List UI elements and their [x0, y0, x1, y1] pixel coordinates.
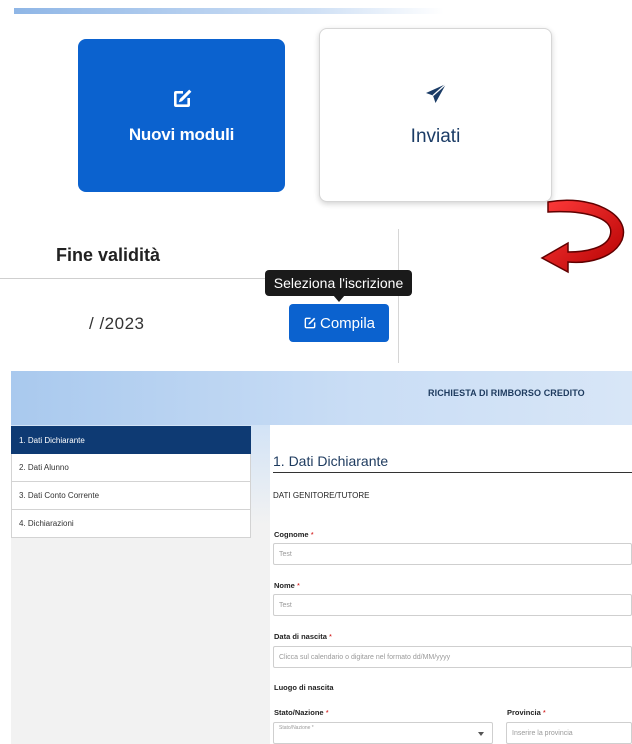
sent-label: Inviati [410, 126, 461, 147]
country-label: Stato/Nazione * [274, 708, 329, 717]
tooltip-pointer [333, 295, 345, 302]
column-header-label: Fine validità [56, 245, 161, 265]
edit-icon [304, 317, 316, 329]
chevron-down-icon [478, 732, 484, 736]
end-validity-date: / /2023 [89, 314, 145, 333]
birth-date-field[interactable]: Clicca sul calendario o digitare nel for… [273, 646, 632, 668]
nome-field[interactable]: Test [273, 594, 632, 616]
curved-arrow-icon [540, 199, 625, 274]
step-item-dichiarazioni[interactable]: 4. Dichiarazioni [11, 510, 251, 538]
edit-icon [173, 89, 191, 107]
form-header-band [11, 371, 632, 425]
step-item-dati-alunno[interactable]: 2. Dati Alunno [11, 454, 251, 482]
nome-label: Nome * [274, 581, 300, 590]
new-forms-label: Nuovi moduli [128, 124, 235, 144]
compile-button-label: Compila [319, 314, 376, 332]
province-field[interactable]: Inserire la provincia [506, 722, 632, 744]
province-label: Provincia * [507, 708, 546, 717]
form-panel: 1. Dati Dichiarante DATI GENITORE/TUTORE… [270, 425, 632, 744]
form-header-title: RICHIESTA DI RIMBORSO CREDITO [428, 388, 585, 398]
step-navigation: 1. Dati Dichiarante 2. Dati Alunno 3. Da… [11, 426, 251, 538]
new-forms-card[interactable]: Nuovi moduli [78, 39, 285, 192]
top-decorative-stripe [14, 8, 444, 14]
section-heading: DATI GENITORE/TUTORE [273, 491, 370, 500]
country-select[interactable]: Stato/Nazione * [273, 722, 493, 744]
form-title: 1. Dati Dichiarante [273, 453, 389, 469]
cognome-field[interactable]: Test [273, 543, 632, 565]
title-underline [273, 472, 632, 473]
birth-date-label: Data di nascita * [274, 632, 332, 641]
tooltip: Seleziona l'iscrizione [265, 270, 412, 296]
sent-card[interactable]: Inviati [319, 28, 552, 202]
paper-plane-icon [425, 83, 446, 103]
table-divider [398, 229, 399, 363]
birth-place-heading: Luogo di nascita [274, 683, 334, 692]
step-item-dati-conto-corrente[interactable]: 3. Dati Conto Corrente [11, 482, 251, 510]
form-screenshot: RICHIESTA DI RIMBORSO CREDITO 1. Dati Di… [11, 371, 632, 744]
compile-button[interactable]: Compila [289, 304, 389, 342]
cognome-label: Cognome * [274, 530, 314, 539]
step-item-dati-dichiarante[interactable]: 1. Dati Dichiarante [11, 426, 251, 454]
